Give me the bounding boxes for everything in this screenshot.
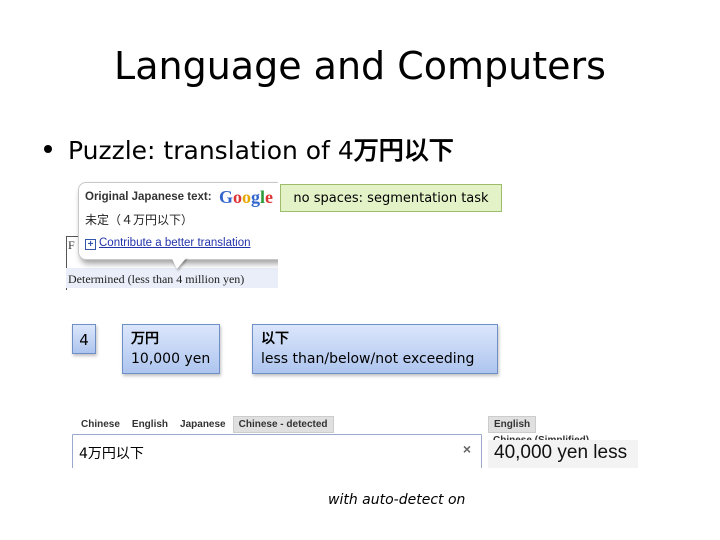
segment-japanese: 万円	[131, 331, 159, 347]
tab-english[interactable]: English	[488, 416, 537, 433]
logo-letter: o	[242, 187, 252, 207]
translation-popup: Original Japanese text: Google 未定（４万円以下）…	[78, 182, 278, 269]
bullet-item: Puzzle: translation of 4万円以下	[44, 131, 454, 167]
original-japanese-text: 未定（４万円以下）	[85, 213, 194, 227]
logo-letter: e	[265, 187, 274, 207]
segment-box-man-en: 万円 10,000 yen	[122, 324, 220, 374]
translated-text: Determined (less than 4 million yen)	[68, 272, 245, 286]
tab-chinese-detected[interactable]: Chinese - detected	[232, 416, 334, 433]
translate-output-panel: EnglishChinese (Simplified) 40,000 yen l…	[488, 412, 638, 468]
bullet-text: Puzzle: translation of 4	[68, 136, 354, 165]
logo-letter: g	[251, 187, 261, 207]
source-text-value[interactable]: 4万円以下	[79, 443, 144, 463]
logo-letter: o	[233, 187, 243, 207]
slide-title: Language and Computers	[114, 44, 606, 88]
background-row-text: F	[68, 238, 75, 252]
bullet-japanese: 万円以下	[353, 136, 454, 165]
logo-letter: G	[219, 187, 234, 207]
tab-japanese[interactable]: Japanese	[175, 417, 231, 432]
source-text-input[interactable]: 4万円以下 ×	[72, 434, 482, 468]
contribute-link[interactable]: Contribute a better translation	[99, 237, 251, 249]
popup-tail	[171, 257, 187, 269]
segment-gloss: 10,000 yen	[131, 351, 211, 367]
translation-result-text: 40,000 yen less	[494, 442, 628, 463]
tab-english[interactable]: English	[127, 417, 173, 432]
plus-icon[interactable]: +	[85, 239, 96, 250]
segment-gloss: less than/below/not exceeding	[261, 351, 475, 367]
translation-result: 40,000 yen less	[488, 440, 638, 468]
segment-box-number: 4	[72, 324, 96, 354]
close-icon[interactable]: ×	[463, 441, 471, 457]
google-popup-screenshot: F Determined (less than 4 million yen) O…	[66, 180, 278, 290]
segment-box-ika: 以下 less than/below/not exceeding	[252, 324, 498, 374]
segmentation-callout: no spaces: segmentation task	[280, 184, 502, 212]
caption: with auto-detect on	[328, 492, 466, 508]
segment-japanese: 4	[79, 331, 89, 349]
translate-source-panel: Chinese English Japanese Chinese - detected…	[68, 412, 484, 468]
popup-header: Original Japanese text:	[85, 191, 212, 203]
segment-japanese: 以下	[261, 331, 289, 347]
google-logo: Google	[219, 187, 273, 208]
tab-chinese[interactable]: Chinese	[76, 417, 125, 432]
source-language-tabs: Chinese English Japanese Chinese - detected	[76, 416, 336, 433]
bullet-dot-icon	[44, 145, 52, 153]
